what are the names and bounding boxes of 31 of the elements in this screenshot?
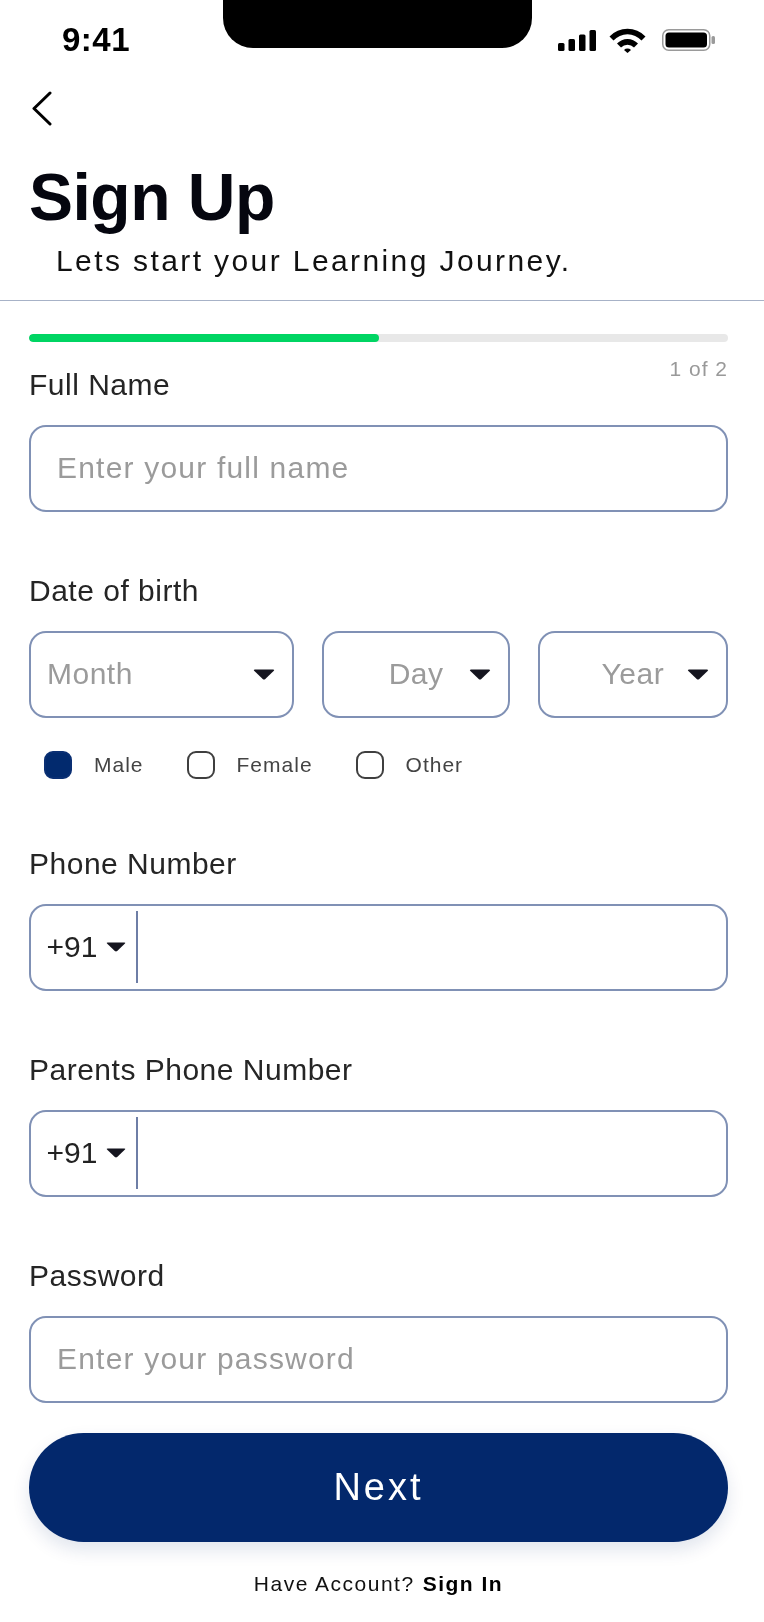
gender-option[interactable]: Male — [44, 751, 144, 779]
status-time: 9:41 — [62, 21, 131, 59]
account-prompt: Have Account? — [253, 1571, 415, 1597]
signal-icon — [558, 29, 596, 51]
back-button[interactable] — [31, 91, 53, 126]
country-code-select[interactable]: +91 — [46, 930, 127, 965]
field-label: Date of birth — [29, 574, 199, 608]
caret-down-icon — [253, 669, 276, 680]
wifi-icon — [609, 27, 646, 53]
page-subtitle: Lets start your Learning Journey. — [56, 242, 572, 279]
field-label: Phone Number — [29, 847, 237, 881]
step-counter: 1 of 2 — [669, 356, 728, 382]
next-button[interactable]: Next — [29, 1433, 728, 1542]
caret-down-icon — [106, 1148, 127, 1159]
field-label: Parents Phone Number — [29, 1053, 353, 1087]
caret-down-icon — [106, 942, 127, 953]
battery-icon — [662, 29, 715, 51]
field-label: Password — [29, 1259, 165, 1293]
page-title: Sign Up — [29, 160, 275, 234]
gender-option[interactable]: Female — [186, 751, 313, 779]
password-input[interactable]: Enter your password — [29, 1316, 728, 1403]
caret-down-icon — [687, 669, 709, 680]
text-input[interactable]: Enter your full name — [29, 425, 728, 512]
field-label: Full Name — [29, 368, 171, 402]
gender-option[interactable]: Other — [355, 751, 464, 779]
phone-field[interactable]: +91 — [29, 1110, 728, 1197]
phone-field[interactable]: +91 — [29, 904, 728, 991]
chevron-left-icon — [31, 91, 53, 126]
caret-down-icon — [469, 669, 492, 680]
country-code-select[interactable]: +91 — [46, 1136, 127, 1171]
sign-in-link[interactable]: Sign In — [422, 1571, 504, 1597]
